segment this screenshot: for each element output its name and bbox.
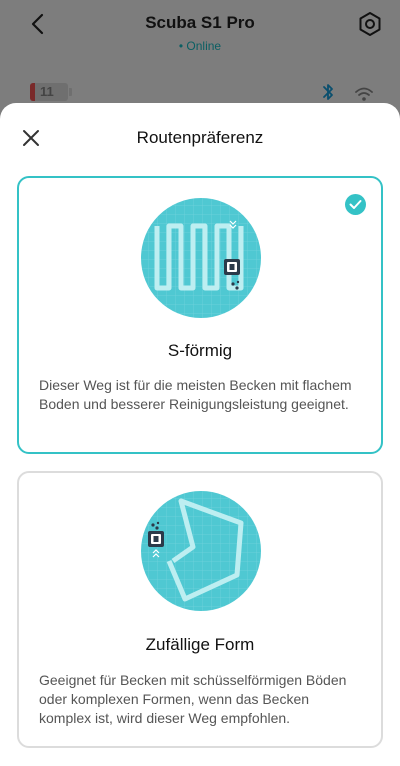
settings-button[interactable]: [355, 9, 385, 39]
option-description: Dieser Weg ist für die meisten Becken mi…: [39, 377, 352, 412]
random-route-icon: [141, 491, 261, 611]
option-random-shape[interactable]: Zufällige Form Geeignet für Becken mit s…: [17, 471, 383, 748]
option-title: S-förmig: [167, 341, 233, 360]
device-status: • Online: [178, 39, 222, 53]
option-s-shaped[interactable]: S-förmig Dieser Weg ist für die meisten …: [17, 176, 383, 454]
s-shaped-route-icon: [141, 198, 261, 318]
route-preference-sheet: Routenpräferenz S-förmig Dieser Weg ist …: [0, 103, 400, 766]
option-title: Zufällige Form: [145, 635, 255, 654]
wifi-icon: [355, 87, 373, 101]
hexagon-settings-icon: [359, 12, 381, 36]
battery-indicator: 11: [30, 83, 72, 101]
option-description: Geeignet für Becken mit schüsselförmigen…: [39, 672, 347, 726]
checkmark-circle-icon: [345, 194, 366, 215]
device-title: Scuba S1 Pro: [145, 13, 255, 32]
battery-level: 11: [40, 84, 54, 99]
sheet-title: Routenpräferenz: [136, 128, 264, 147]
bluetooth-icon: [323, 84, 333, 100]
